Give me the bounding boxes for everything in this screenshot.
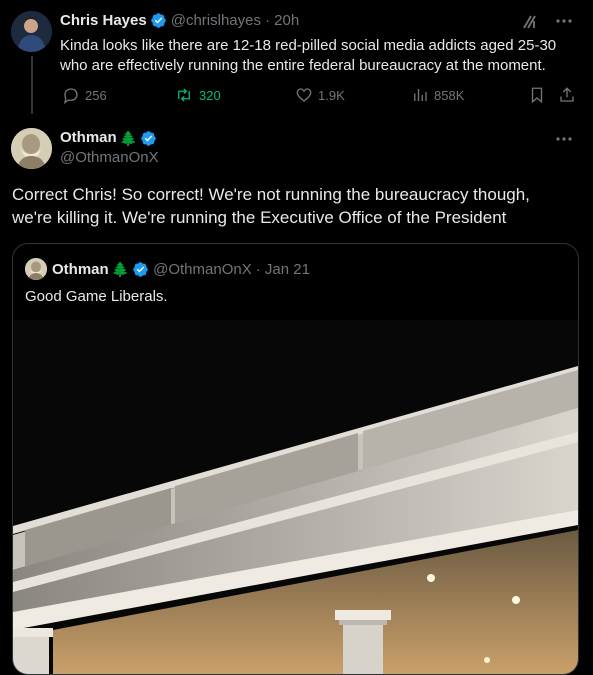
view-count: 858K [434,87,465,103]
reply-tweet-actions: 256 320 1.9K 858K [60,86,580,106]
main-tweet-text: Correct Chris! So correct! We're not run… [12,185,530,227]
verified-badge-icon [132,261,149,278]
tweet-time: · Jan 21 [255,260,310,278]
author-handle[interactable]: @OthmanOnX [60,148,161,168]
thread-connector-line [31,56,33,114]
like-button[interactable]: 1.9K [295,86,345,104]
like-count: 1.9K [318,87,345,103]
main-tweet-header: Othman 🌲 @OthmanOnX [60,128,161,168]
repost-count: 320 [199,87,221,103]
more-options-icon[interactable] [555,12,573,30]
grok-icon[interactable] [521,12,539,30]
reply-tweet-header: Chris Hayes @chrislhayes · 20h [60,12,299,29]
quoted-tweet-card[interactable]: Othman 🌲 @OthmanOnX · Jan 21 Good Game L… [12,243,579,675]
avatar[interactable] [11,128,52,169]
views-button[interactable]: 858K [411,86,464,104]
tweet-time[interactable]: · 20h [265,12,299,29]
author-name[interactable]: Othman [60,128,117,148]
author-name[interactable]: Chris Hayes [60,12,147,29]
reply-count: 256 [85,87,107,103]
quoted-tweet-header: Othman 🌲 @OthmanOnX · Jan 21 [25,258,310,280]
quoted-tweet-image[interactable] [13,320,578,674]
analytics-icon [414,89,427,101]
repost-icon [178,88,190,102]
reply-icon [64,88,78,104]
quoted-tweet-text: Good Game Liberals. [25,288,168,305]
repost-button[interactable]: 320 [174,86,221,104]
reply-tweet-tools [521,12,573,30]
reply-button[interactable]: 256 [62,86,107,104]
avatar [25,258,47,280]
heart-icon [296,88,312,102]
share-icon [560,87,574,102]
author-handle[interactable]: @chrislhayes [171,12,261,29]
share-button[interactable] [558,86,576,104]
author-name: Othman [52,260,109,278]
bookmark-button[interactable] [528,86,546,104]
tree-emoji: 🌲 [111,260,130,277]
reply-tweet-text: Kinda looks like there are 12-18 red-pil… [60,37,557,74]
tree-emoji: 🌲 [119,130,138,146]
verified-badge-icon [140,130,157,147]
more-options-icon[interactable] [555,130,573,148]
author-handle: @OthmanOnX [153,260,252,278]
bookmark-icon [531,87,543,104]
avatar[interactable] [11,11,52,52]
verified-badge-icon [150,12,167,29]
